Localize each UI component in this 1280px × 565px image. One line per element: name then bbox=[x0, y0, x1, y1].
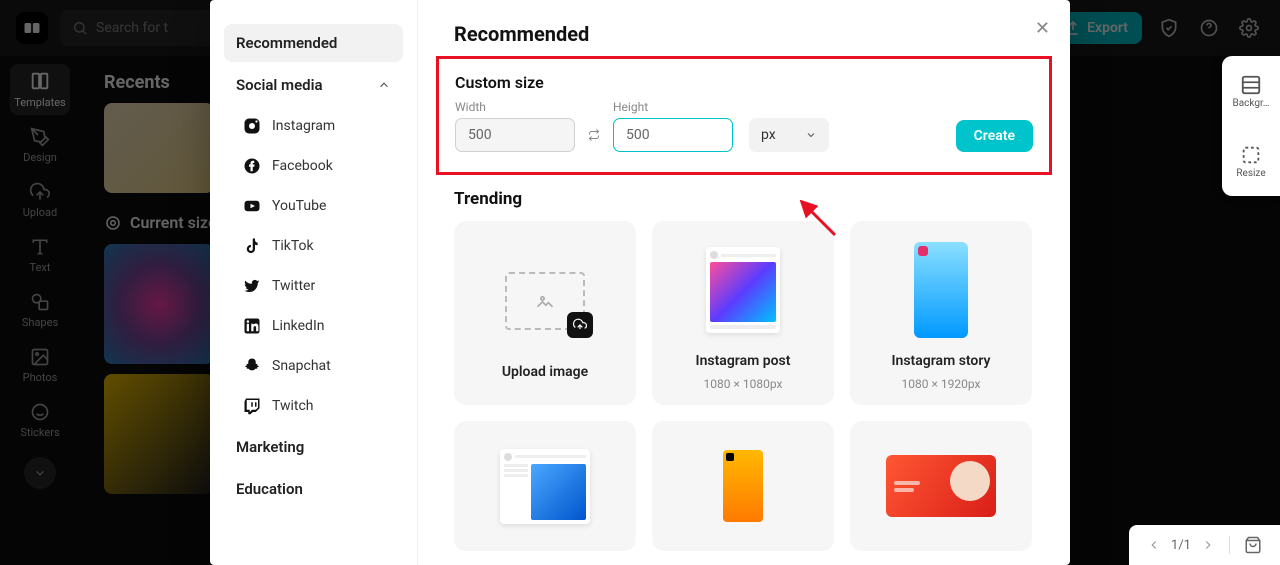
unit-select[interactable]: px bbox=[749, 118, 829, 152]
card-youtube-thumbnail[interactable] bbox=[850, 421, 1032, 551]
tiktok-icon bbox=[242, 236, 262, 256]
sub-youtube[interactable]: YouTube bbox=[224, 188, 403, 224]
card-facebook-post[interactable] bbox=[454, 421, 636, 551]
shield-icon[interactable] bbox=[1156, 15, 1182, 41]
facebook-icon bbox=[242, 156, 262, 176]
ig-post-preview bbox=[706, 247, 780, 333]
modal-main: Recommended ✕ Custom size Width Height bbox=[418, 0, 1070, 565]
linkedin-icon bbox=[242, 316, 262, 336]
fb-post-preview bbox=[500, 449, 590, 524]
resize-tool[interactable]: Resize bbox=[1236, 144, 1265, 179]
card-instagram-story[interactable]: Instagram story 1080 × 1920px bbox=[850, 221, 1032, 405]
rail-shapes[interactable]: Shapes bbox=[10, 286, 70, 335]
page-next-icon[interactable] bbox=[1201, 538, 1215, 552]
left-rail: Templates Design Upload Text Shapes Phot… bbox=[0, 56, 80, 565]
create-button[interactable]: Create bbox=[956, 120, 1033, 152]
rail-text[interactable]: Text bbox=[10, 231, 70, 280]
twitch-icon bbox=[242, 396, 262, 416]
right-panel: Backgr… Resize bbox=[1222, 56, 1280, 196]
modal-sidebar: Recommended Social media Instagram Faceb… bbox=[210, 0, 418, 565]
app-logo[interactable] bbox=[16, 12, 48, 44]
sub-twitch[interactable]: Twitch bbox=[224, 388, 403, 424]
custom-size-highlight: Custom size Width Height px bbox=[436, 56, 1052, 175]
cloud-upload-icon bbox=[567, 312, 593, 338]
sub-tiktok[interactable]: TikTok bbox=[224, 228, 403, 264]
card-tiktok-video[interactable] bbox=[652, 421, 834, 551]
sub-facebook[interactable]: Facebook bbox=[224, 148, 403, 184]
search-icon bbox=[72, 20, 88, 36]
rail-design[interactable]: Design bbox=[10, 121, 70, 170]
trending-heading: Trending bbox=[454, 189, 1034, 209]
custom-size-heading: Custom size bbox=[455, 73, 1033, 92]
snapchat-icon bbox=[242, 356, 262, 376]
settings-icon[interactable] bbox=[1236, 15, 1262, 41]
help-icon[interactable] bbox=[1196, 15, 1222, 41]
sub-twitter[interactable]: Twitter bbox=[224, 268, 403, 304]
recent-thumb[interactable] bbox=[104, 103, 214, 193]
sub-instagram[interactable]: Instagram bbox=[224, 108, 403, 144]
height-input[interactable] bbox=[613, 118, 733, 152]
topbar-right: Export bbox=[1033, 0, 1280, 56]
sidebar-cat-recommended[interactable]: Recommended bbox=[224, 24, 403, 62]
background-tool[interactable]: Backgr… bbox=[1233, 74, 1270, 109]
current-thumb[interactable] bbox=[104, 244, 214, 364]
page-prev-icon[interactable] bbox=[1147, 538, 1161, 552]
chevron-up-icon bbox=[377, 78, 391, 92]
sidebar-cat-education[interactable]: Education bbox=[224, 470, 403, 508]
youtube-preview bbox=[886, 455, 996, 517]
rail-stickers[interactable]: Stickers bbox=[10, 396, 70, 445]
chevron-down-icon bbox=[805, 129, 817, 141]
tiktok-preview bbox=[723, 450, 763, 522]
ig-story-preview bbox=[914, 242, 968, 338]
upload-placeholder bbox=[505, 272, 585, 330]
rail-more[interactable] bbox=[24, 457, 56, 489]
rail-upload[interactable]: Upload bbox=[10, 176, 70, 225]
search-placeholder: Search for t bbox=[96, 20, 168, 36]
twitter-icon bbox=[242, 276, 262, 296]
width-input[interactable] bbox=[455, 118, 575, 152]
card-upload-image[interactable]: Upload image bbox=[454, 221, 636, 405]
current-size-heading: Current size bbox=[130, 213, 217, 232]
sidebar-cat-marketing[interactable]: Marketing bbox=[224, 428, 403, 466]
rail-photos[interactable]: Photos bbox=[10, 341, 70, 390]
current-thumb[interactable] bbox=[104, 374, 214, 494]
youtube-icon bbox=[242, 196, 262, 216]
target-icon bbox=[104, 214, 122, 232]
card-instagram-post[interactable]: Instagram post 1080 × 1080px bbox=[652, 221, 834, 405]
height-label: Height bbox=[613, 100, 733, 114]
instagram-icon bbox=[242, 116, 262, 136]
size-modal: Recommended Social media Instagram Faceb… bbox=[210, 0, 1070, 565]
page-indicator: 1/1 bbox=[1171, 538, 1191, 553]
shopping-bag-icon[interactable] bbox=[1244, 536, 1262, 554]
sidebar-cat-social[interactable]: Social media bbox=[224, 66, 403, 104]
modal-title: Recommended bbox=[454, 22, 1034, 46]
rail-templates[interactable]: Templates bbox=[10, 64, 70, 115]
swap-dimensions-button[interactable] bbox=[585, 118, 603, 152]
width-label: Width bbox=[455, 100, 575, 114]
sub-linkedin[interactable]: LinkedIn bbox=[224, 308, 403, 344]
sub-snapchat[interactable]: Snapchat bbox=[224, 348, 403, 384]
bottom-bar: 1/1 bbox=[1129, 525, 1280, 565]
close-button[interactable]: ✕ bbox=[1035, 18, 1050, 39]
